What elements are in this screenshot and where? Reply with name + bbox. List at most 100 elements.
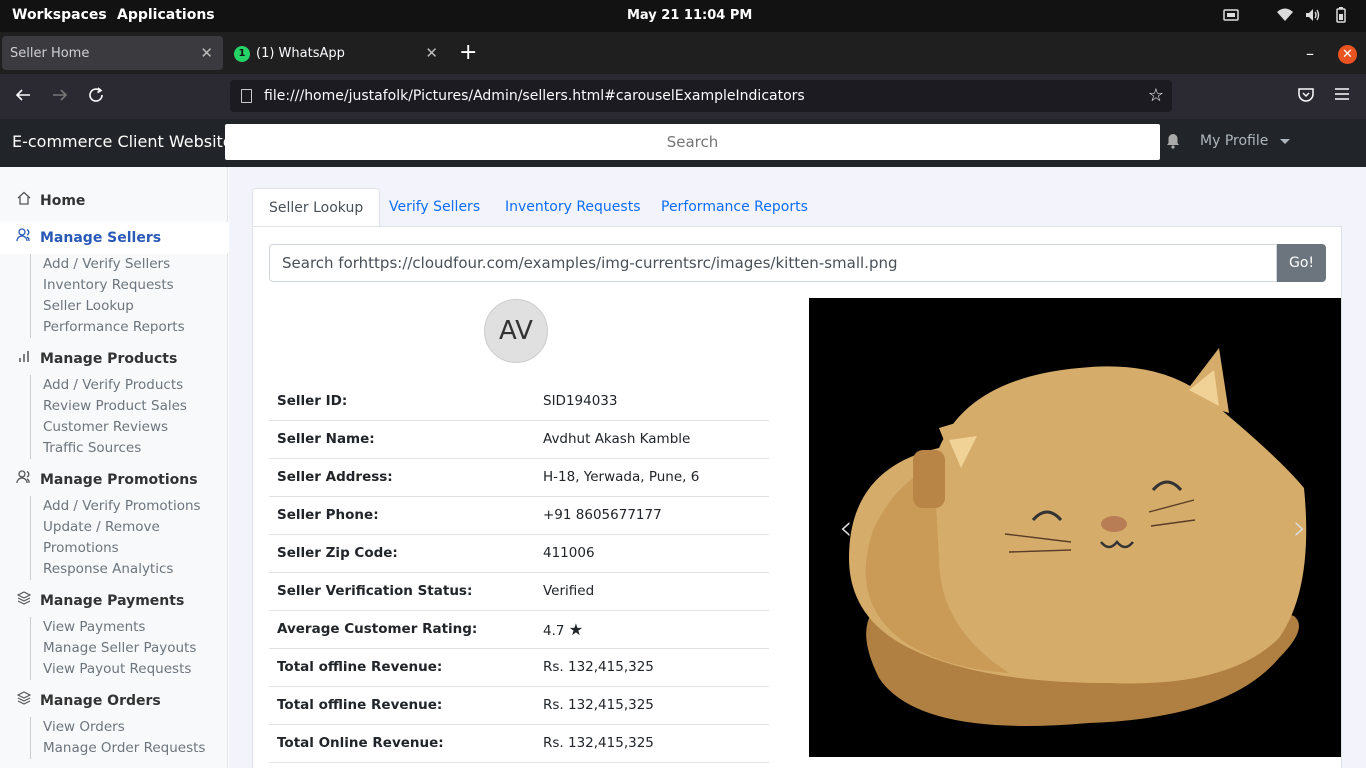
carousel-prev-icon[interactable]: ‹ <box>839 508 853 548</box>
sidebar-link-customer-reviews[interactable]: Customer Reviews <box>43 417 187 438</box>
bell-icon[interactable] <box>1166 133 1180 153</box>
field-value: 411006 <box>535 534 769 573</box>
clock[interactable]: May 21 11:04 PM <box>627 8 752 23</box>
sidebar-item-label: Manage Sellers <box>40 230 162 246</box>
table-row: Seller ID: SID194033 <box>269 382 769 421</box>
screen-share-icon[interactable] <box>1222 6 1240 28</box>
kitten-image <box>849 348 1307 726</box>
seller-lookup-input[interactable] <box>269 244 1277 282</box>
tab-seller-lookup[interactable]: Seller Lookup <box>252 188 381 227</box>
sidebar-link-seller-lookup[interactable]: Seller Lookup <box>43 296 185 317</box>
address-bar[interactable]: file:///home/justafolk/Pictures/Admin/se… <box>230 80 1172 112</box>
sidebar-item-home[interactable]: Home <box>16 191 85 209</box>
workspaces-button[interactable]: Workspaces <box>12 7 107 23</box>
manage-orders-submenu: View Orders Manage Order Requests <box>30 717 205 759</box>
sidebar-section-manage-promotions[interactable]: Manage Promotions <box>16 470 198 488</box>
sidebar-item-label: Manage Products <box>40 351 178 367</box>
close-tab-icon[interactable]: ✕ <box>200 44 213 62</box>
page-icon <box>241 89 252 103</box>
battery-icon[interactable] <box>1334 6 1348 28</box>
tab-verify-sellers[interactable]: Verify Sellers <box>373 188 496 227</box>
table-row: Total offline Revenue: Rs. 132,415,325 <box>269 686 769 725</box>
table-row: Seller Phone: +91 8605677177 <box>269 496 769 535</box>
seller-image-carousel[interactable]: ‹ › <box>809 298 1341 757</box>
volume-icon[interactable] <box>1304 6 1322 28</box>
sidebar-link-traffic-sources[interactable]: Traffic Sources <box>43 438 187 459</box>
chevron-down-icon[interactable] <box>1280 139 1290 144</box>
brand-title[interactable]: E-commerce Client Website <box>12 132 233 151</box>
sidebar-link-add-verify-sellers[interactable]: Add / Verify Sellers <box>43 254 185 275</box>
main-content: Seller Lookup Verify Sellers Inventory R… <box>229 167 1366 768</box>
field-value: Rs. 132,415,325 <box>535 648 769 687</box>
sidebar-link-promotions[interactable]: Promotions <box>43 538 201 559</box>
layers-icon <box>16 591 32 609</box>
seller-details-table: Seller ID: SID194033 Seller Name: Avdhut A… <box>269 382 769 763</box>
sidebar-section-manage-payments[interactable]: Manage Payments <box>16 591 184 609</box>
sidebar-link-performance-reports[interactable]: Performance Reports <box>43 317 185 338</box>
manage-products-submenu: Add / Verify Products Review Product Sal… <box>30 375 187 459</box>
sidebar-section-manage-sellers[interactable]: Manage Sellers <box>16 228 161 246</box>
url-text[interactable]: file:///home/justafolk/Pictures/Admin/se… <box>264 88 805 104</box>
sidebar-link-add-verify-products[interactable]: Add / Verify Products <box>43 375 187 396</box>
tab-seller-home[interactable]: Seller Home ✕ <box>2 36 223 70</box>
reload-icon[interactable] <box>87 86 105 108</box>
field-label: Average Customer Rating: <box>269 610 535 649</box>
hamburger-menu-icon[interactable] <box>1334 86 1350 106</box>
manage-sellers-submenu: Add / Verify Sellers Inventory Requests … <box>30 254 185 338</box>
star-icon: ★ <box>568 619 584 639</box>
sidebar-link-review-product-sales[interactable]: Review Product Sales <box>43 396 187 417</box>
carousel-next-icon[interactable]: › <box>1293 508 1307 548</box>
sidebar-section-manage-orders[interactable]: Manage Orders <box>16 691 161 709</box>
bookmark-star-icon[interactable]: ☆ <box>1148 85 1164 106</box>
table-row: Average Customer Rating: 4.7 ★ <box>269 610 769 649</box>
field-value: +91 8605677177 <box>535 496 769 535</box>
sidebar-link-update-remove[interactable]: Update / Remove <box>43 517 201 538</box>
sidebar-link-manage-seller-payouts[interactable]: Manage Seller Payouts <box>43 638 196 659</box>
sidebar-item-label: Manage Promotions <box>40 472 198 488</box>
manage-promotions-submenu: Add / Verify Promotions Update / Remove … <box>30 496 201 580</box>
search-input[interactable] <box>225 124 1160 160</box>
field-label: Seller Phone: <box>269 496 535 535</box>
tab-performance-reports[interactable]: Performance Reports <box>645 188 824 227</box>
applications-button[interactable]: Applications <box>117 7 215 23</box>
users-icon <box>16 470 32 488</box>
forward-icon[interactable] <box>51 86 69 108</box>
table-row: Total Online Revenue: Rs. 132,415,325 <box>269 724 769 763</box>
go-button[interactable]: Go! <box>1277 244 1326 282</box>
table-row: Seller Address: H-18, Yerwada, Pune, 6 <box>269 458 769 497</box>
layers-icon <box>16 691 32 709</box>
tab-whatsapp[interactable]: 1 (1) WhatsApp ✕ <box>225 36 448 70</box>
sidebar: Home Manage Sellers Add / Verify Sellers… <box>0 167 228 768</box>
sidebar-link-manage-order-requests[interactable]: Manage Order Requests <box>43 738 205 759</box>
tab-title: (1) WhatsApp <box>256 46 345 61</box>
minimize-window-icon[interactable]: – <box>1306 44 1314 63</box>
field-value: Avdhut Akash Kamble <box>535 420 769 459</box>
rating-cell: 4.7 ★ <box>535 610 769 649</box>
profile-menu[interactable]: My Profile <box>1200 133 1268 149</box>
field-value: Rs. 132,415,325 <box>535 724 769 763</box>
close-window-icon[interactable]: ✕ <box>1338 45 1357 64</box>
table-row: Seller Zip Code: 411006 <box>269 534 769 573</box>
sidebar-item-label: Manage Payments <box>40 593 185 609</box>
sidebar-link-add-verify-promotions[interactable]: Add / Verify Promotions <box>43 496 201 517</box>
tab-title: Seller Home <box>10 46 90 61</box>
field-label: Seller ID: <box>269 382 535 421</box>
tab-inventory-requests[interactable]: Inventory Requests <box>489 188 656 227</box>
table-row: Seller Verification Status: Verified <box>269 572 769 611</box>
wifi-icon[interactable] <box>1276 6 1294 28</box>
sidebar-item-label: Manage Orders <box>40 693 161 709</box>
sidebar-link-view-payments[interactable]: View Payments <box>43 617 196 638</box>
sidebar-link-response-analytics[interactable]: Response Analytics <box>43 559 201 580</box>
home-icon <box>16 191 32 209</box>
sidebar-link-view-payout-requests[interactable]: View Payout Requests <box>43 659 196 680</box>
new-tab-icon[interactable]: + <box>459 42 477 64</box>
close-tab-icon[interactable]: ✕ <box>425 44 438 62</box>
sidebar-item-label: Home <box>40 193 86 209</box>
sidebar-link-inventory-requests[interactable]: Inventory Requests <box>43 275 185 296</box>
sidebar-link-view-orders[interactable]: View Orders <box>43 717 205 738</box>
pocket-icon[interactable] <box>1297 86 1315 108</box>
back-icon[interactable] <box>14 86 32 108</box>
sidebar-section-manage-products[interactable]: Manage Products <box>16 349 177 367</box>
browser-nav-bar: file:///home/justafolk/Pictures/Admin/se… <box>0 74 1366 119</box>
app-header: E-commerce Client Website My Profile <box>0 119 1366 167</box>
